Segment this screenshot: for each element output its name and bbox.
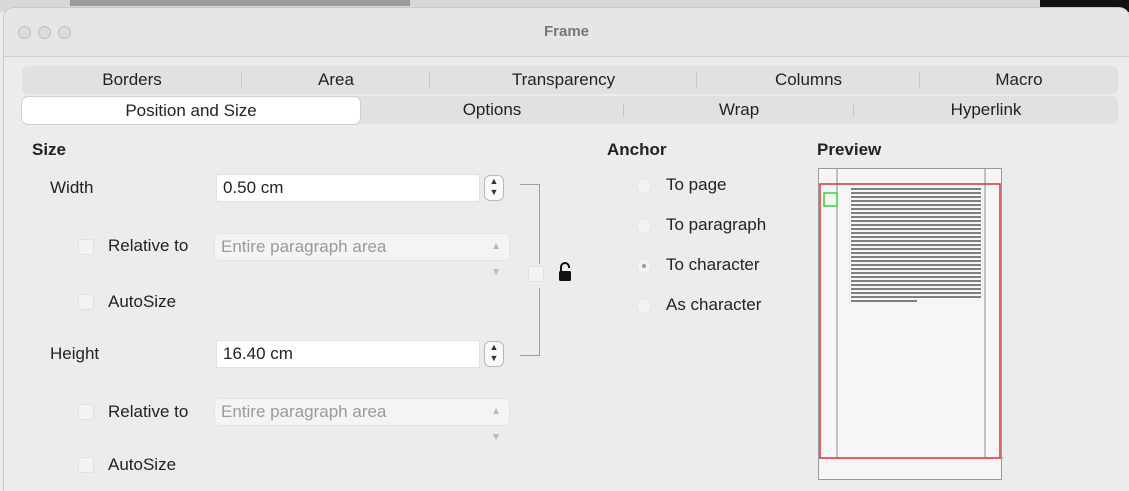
width-relative-select[interactable]: Entire paragraph area ▲ ▼ (214, 233, 510, 278)
anchor-to-character-label: To character (666, 255, 760, 274)
height-input[interactable]: 16.40 cm (216, 340, 480, 368)
width-label: Width (50, 178, 94, 197)
stepper-down-icon: ▼ (489, 353, 499, 363)
stepper-up-icon: ▲ (489, 176, 499, 186)
tab-wrap[interactable]: Wrap (624, 96, 854, 124)
window-title: Frame (543, 23, 590, 40)
ratio-bracket-top (520, 184, 540, 264)
height-stepper[interactable]: ▲ ▼ (484, 341, 504, 367)
height-relative-label: Relative to (108, 402, 189, 421)
title-bar[interactable]: Frame (4, 8, 1129, 57)
tab-options[interactable]: Options (360, 96, 624, 124)
tab-columns[interactable]: Columns (697, 66, 920, 94)
preview-heading: Preview (817, 140, 882, 159)
width-autosize-label: AutoSize (108, 292, 177, 311)
width-relative-value: Entire paragraph area (221, 237, 387, 256)
select-arrows-icon: ▲ ▼ (491, 241, 501, 278)
preview-panel (818, 168, 1003, 480)
preview-drawing (819, 169, 1003, 459)
anchor-heading: Anchor (607, 140, 667, 159)
anchor-to-page-radio[interactable] (636, 178, 652, 194)
width-relative-label: Relative to (108, 236, 189, 255)
tab-hyperlink[interactable]: Hyperlink (854, 96, 1118, 124)
anchor-to-paragraph-radio[interactable] (636, 218, 652, 234)
select-arrows-icon: ▲ ▼ (491, 406, 501, 443)
height-label: Height (50, 344, 100, 363)
tab-macro[interactable]: Macro (920, 66, 1118, 94)
anchor-to-character-radio[interactable] (636, 258, 652, 274)
background-bar (70, 0, 410, 6)
height-relative-value: Entire paragraph area (221, 402, 387, 421)
height-relative-select[interactable]: Entire paragraph area ▲ ▼ (214, 398, 510, 443)
lock-icon (558, 262, 572, 287)
height-autosize-checkbox[interactable] (78, 457, 94, 473)
anchor-to-paragraph-label: To paragraph (666, 215, 767, 234)
anchor-as-character-radio[interactable] (636, 298, 652, 314)
frame-dialog: Frame Borders Area Transparency Columns … (4, 8, 1129, 491)
tab-row-1: Borders Area Transparency Columns Macro (22, 66, 1118, 94)
tab-area[interactable]: Area (242, 66, 430, 94)
tab-borders[interactable]: Borders (22, 66, 242, 94)
height-relative-checkbox[interactable] (78, 404, 94, 420)
size-heading: Size (32, 140, 67, 159)
width-input[interactable]: 0.50 cm (216, 174, 480, 202)
width-autosize-checkbox[interactable] (78, 294, 94, 310)
width-relative-checkbox[interactable] (78, 239, 94, 255)
tab-position-and-size[interactable]: Position and Size (22, 96, 360, 124)
stepper-down-icon: ▼ (489, 187, 499, 197)
stepper-up-icon: ▲ (489, 342, 499, 352)
anchor-as-character-label: As character (666, 295, 762, 314)
tab-transparency[interactable]: Transparency (430, 66, 697, 94)
tab-row-2: Position and Size Options Wrap Hyperlink (22, 96, 1118, 124)
ratio-bracket-bottom (520, 288, 540, 356)
width-stepper[interactable]: ▲ ▼ (484, 175, 504, 201)
keep-ratio-checkbox[interactable] (528, 266, 544, 282)
anchor-to-page-label: To page (666, 175, 727, 194)
height-autosize-label: AutoSize (108, 455, 177, 474)
